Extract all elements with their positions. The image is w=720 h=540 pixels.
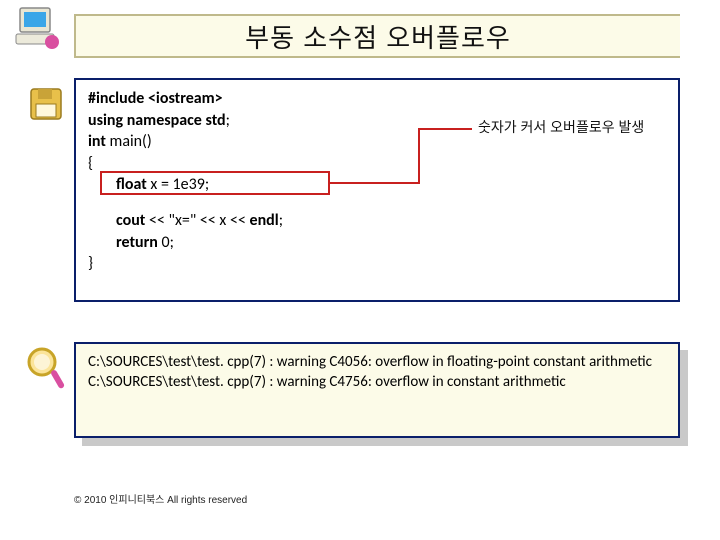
magnifying-glass-icon xyxy=(24,346,68,394)
floppy-disk-icon xyxy=(28,86,64,122)
compiler-output-box: C:\SOURCES\test\test. cpp(7) : warning C… xyxy=(74,342,680,438)
slide-title: 부동 소수점 오버플로우 xyxy=(245,18,511,55)
slide-title-bar: 부동 소수점 오버플로우 xyxy=(74,14,680,58)
code-line: #include <iostream> xyxy=(88,88,666,110)
callout-connector xyxy=(330,182,420,184)
warning-line: C:\SOURCES\test\test. cpp(7) : warning C… xyxy=(88,352,666,372)
callout-connector xyxy=(418,128,472,130)
callout-annotation: 숫자가 커서 오버플로우 발생 xyxy=(478,118,666,137)
computer-icon xyxy=(14,4,62,52)
code-line: cout << "x=" << x << endl; xyxy=(88,210,666,232)
warning-line: C:\SOURCES\test\test. cpp(7) : warning C… xyxy=(88,372,666,392)
code-block: #include <iostream> using namespace std;… xyxy=(74,78,680,302)
code-line: float x = 1e39; xyxy=(88,174,666,196)
code-line: return 0; xyxy=(88,232,666,254)
code-line: { xyxy=(88,153,666,175)
code-line: } xyxy=(88,253,666,275)
callout-connector xyxy=(418,128,420,184)
copyright-footer: © 2010 인피니티북스 All rights reserved xyxy=(74,491,247,506)
